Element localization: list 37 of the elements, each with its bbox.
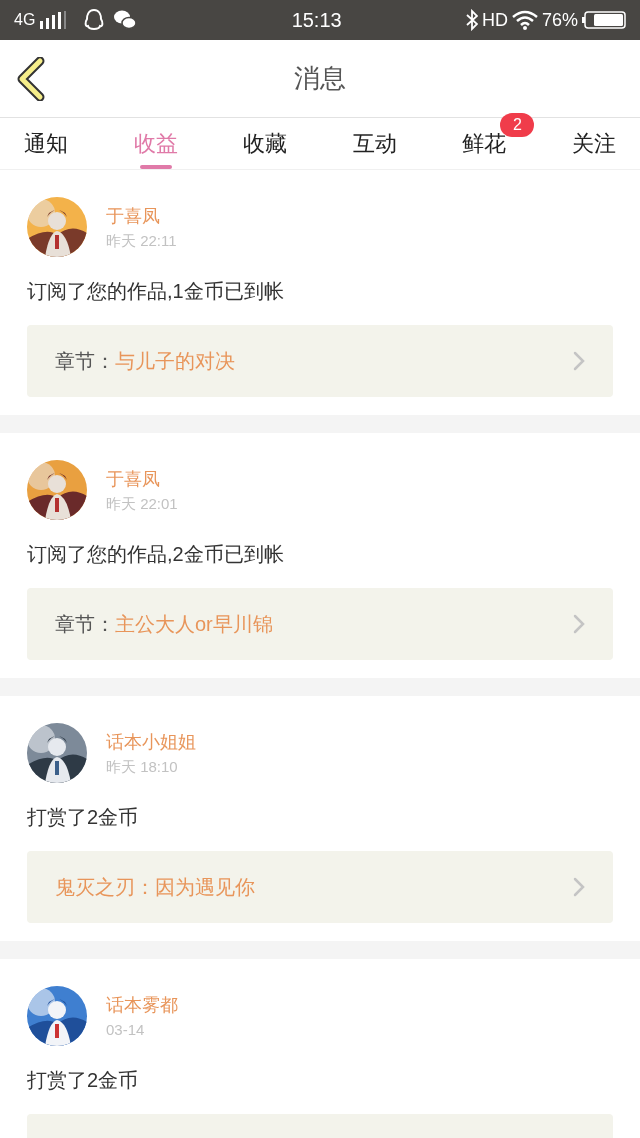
- tab-underline: [139, 165, 172, 169]
- user-name: 于喜凤: [106, 205, 161, 227]
- user-name: 于喜凤: [106, 468, 161, 490]
- chapter-link[interactable]: 章节：主公大人or早川锦: [27, 588, 613, 660]
- message-text: 打赏了2金币: [27, 1068, 140, 1092]
- tab[interactable]: 通知: [24, 118, 68, 169]
- battery-percent: 76%: [541, 8, 578, 32]
- tab[interactable]: 关注: [571, 118, 616, 169]
- message-text: 订阅了您的作品,2金币已到帐: [27, 542, 285, 566]
- message-text: 打赏了2金币: [27, 805, 140, 829]
- chevron-right-icon: [573, 877, 585, 897]
- hd-label: HD: [481, 8, 508, 32]
- tab[interactable]: 收藏: [243, 118, 288, 169]
- network-label: 4G: [14, 10, 36, 30]
- message-time: 昨天 22:11: [106, 231, 177, 251]
- back-icon: [16, 56, 46, 101]
- chevron-right-icon: [573, 614, 585, 634]
- signal-icon: [39, 11, 68, 29]
- chapter-title: 章节：与儿子的对决: [55, 349, 235, 374]
- user-name: 话本雾都: [106, 994, 178, 1016]
- tab[interactable]: 互动: [352, 118, 397, 169]
- penguin-icon: [83, 8, 106, 32]
- message-time: 昨天 22:01: [106, 494, 178, 514]
- chevron-right-icon: [573, 351, 585, 371]
- chapter-link[interactable]: 章节：与儿子的对决: [27, 325, 613, 397]
- page-title: 消息: [294, 62, 346, 95]
- chat-bubbles-icon: [113, 9, 138, 31]
- clock: 15:13: [290, 8, 342, 33]
- bluetooth-icon: [465, 9, 478, 31]
- message-time: 03-14: [106, 1020, 146, 1040]
- battery-icon: [582, 11, 626, 29]
- user-name: 话本小姐姐: [106, 731, 196, 753]
- wifi-icon: [511, 10, 538, 30]
- chapter-title: 鬼灭之刃：因为遇见你: [55, 875, 255, 900]
- chapter-title: 章节：主公大人or早川锦: [55, 612, 273, 637]
- message-time: 昨天 18:10: [106, 757, 179, 777]
- message-text: 订阅了您的作品,1金币已到帐: [27, 279, 285, 303]
